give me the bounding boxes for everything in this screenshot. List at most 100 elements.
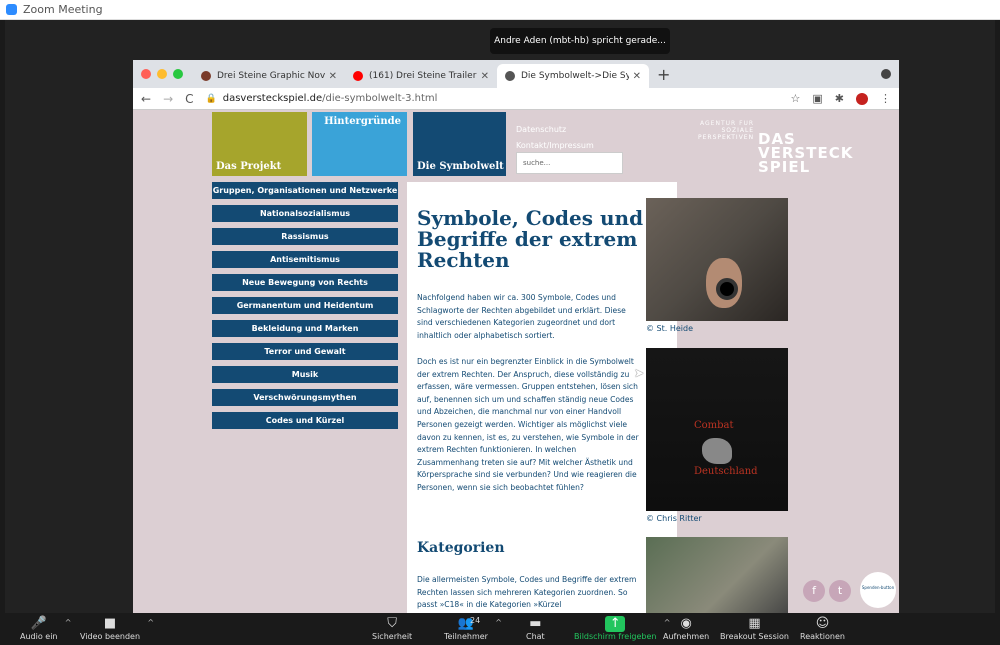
second-paragraph: Doch es ist nur ein begrenzter Einblick … bbox=[417, 357, 639, 492]
tab-close-icon[interactable]: ✕ bbox=[633, 71, 641, 82]
zoom-toolbar-label: Audio ein bbox=[20, 632, 58, 641]
reload-icon[interactable]: C bbox=[185, 92, 193, 106]
zoom-toolbar-label: Bildschirm freigeben bbox=[574, 632, 657, 641]
participant-count: 24 bbox=[470, 616, 481, 625]
window-controls bbox=[141, 69, 183, 79]
zoom-toolbar-label: Reaktionen bbox=[800, 632, 845, 641]
facebook-icon[interactable]: f bbox=[803, 580, 825, 602]
tab-title: (161) Drei Steine Trailer :: - You bbox=[369, 71, 477, 81]
video-camera-icon: ■ bbox=[103, 616, 117, 631]
photo-caption-1: © St. Heide bbox=[646, 324, 694, 333]
lock-icon: 🔒 bbox=[205, 93, 217, 104]
intro-paragraph: Nachfolgend haben wir ca. 300 Symbole, C… bbox=[417, 293, 626, 340]
category-nav-item[interactable]: Rassismus bbox=[212, 228, 398, 245]
photo-caption-2: © Chris Ritter bbox=[646, 514, 702, 523]
browser-menu-icon[interactable]: ⋮ bbox=[880, 92, 891, 105]
browser-tab[interactable]: Die Symbolwelt->Die Symbolw ✕ bbox=[497, 64, 649, 88]
zoom-toolbar-chat-button[interactable]: ▬ Chat bbox=[526, 616, 545, 641]
eagle-emblem-icon bbox=[702, 438, 732, 464]
chevron-up-icon[interactable]: ^ bbox=[495, 618, 502, 627]
category-nav-item[interactable]: Nationalsozialismus bbox=[212, 205, 398, 222]
zoom-toolbar-record-button[interactable]: ◉ Aufnehmen bbox=[663, 616, 709, 641]
back-arrow-icon[interactable]: ← bbox=[141, 92, 151, 106]
new-tab-button[interactable]: + bbox=[649, 65, 678, 84]
spenden-button[interactable]: Spenden-button bbox=[860, 572, 896, 608]
category-nav-item[interactable]: Musik bbox=[212, 366, 398, 383]
maximize-window-icon[interactable] bbox=[173, 69, 183, 79]
tab-search-icon[interactable] bbox=[881, 69, 891, 79]
site-logo[interactable]: AGENTUR FÜR SOZIALE PERSPEKTIVEN DAS VER… bbox=[698, 120, 852, 175]
tab-favicon-icon bbox=[505, 71, 515, 81]
tab-favicon-icon bbox=[201, 71, 211, 81]
zoom-toolbar-label: Chat bbox=[526, 632, 545, 641]
logo-line2: SOZIALE bbox=[721, 127, 755, 134]
browser-tab[interactable]: (161) Drei Steine Trailer :: - You ✕ bbox=[345, 64, 497, 88]
nav-hintergruende-label: Hintergründe bbox=[324, 116, 401, 127]
page-viewport: Das Projekt Hintergründe Die Symbolwelt … bbox=[133, 110, 899, 614]
zoom-toolbar-label: Video beenden bbox=[80, 632, 141, 641]
shield-icon: ⛉ bbox=[387, 616, 397, 631]
category-nav: Gruppen, Organisationen und Netzwerke Nat… bbox=[212, 182, 398, 435]
category-nav-item[interactable]: Codes und Kürzel bbox=[212, 412, 398, 429]
record-icon: ◉ bbox=[680, 616, 692, 631]
bookmark-star-icon[interactable]: ☆ bbox=[791, 92, 801, 105]
category-nav-item[interactable]: Gruppen, Organisationen und Netzwerke bbox=[212, 182, 398, 199]
shirt-text-combat: Combat bbox=[694, 420, 734, 431]
datenschutz-link[interactable]: Datenschutz bbox=[516, 122, 594, 138]
browser-tabbar: Drei Steine Graphic Novel geg·✕(161) Dre… bbox=[133, 60, 899, 88]
tab-title: Die Symbolwelt->Die Symbolw bbox=[521, 71, 629, 81]
close-window-icon[interactable] bbox=[141, 69, 151, 79]
profile-avatar[interactable] bbox=[856, 92, 868, 105]
zoom-toolbar-shield-button[interactable]: ⛉ Sicherheit bbox=[372, 616, 412, 641]
nav-das-projekt-label: Das Projekt bbox=[216, 161, 282, 172]
mouse-cursor-icon: ➤ bbox=[634, 366, 645, 380]
nav-hintergruende[interactable]: Hintergründe bbox=[312, 112, 407, 176]
zoom-toolbar-emoji-button[interactable]: ☺ Reaktionen bbox=[800, 616, 845, 641]
main-content: Symbole, Codes und Begriffe der extrem R… bbox=[407, 182, 677, 614]
chevron-up-icon[interactable]: ^ bbox=[147, 618, 154, 627]
minimize-window-icon[interactable] bbox=[157, 69, 167, 79]
zoom-logo-icon bbox=[6, 4, 17, 15]
address-bar[interactable]: 🔒 dasversteckspiel.de /die-symbolwelt-3.… bbox=[206, 93, 791, 104]
tab-close-icon[interactable]: ✕ bbox=[329, 71, 337, 82]
share-screen-icon: ↑ bbox=[605, 616, 626, 632]
browser-tab[interactable]: Drei Steine Graphic Novel geg· ✕ bbox=[193, 64, 345, 88]
category-nav-item[interactable]: Germanentum und Heidentum bbox=[212, 297, 398, 314]
zoom-toolbar-label: Breakout Session bbox=[720, 632, 789, 641]
page-title: Symbole, Codes und Begriffe der extrem R… bbox=[417, 206, 644, 272]
tab-close-icon[interactable]: ✕ bbox=[481, 71, 489, 82]
speaker-banner: Andre Aden (mbt-hb) spricht gerade... bbox=[490, 28, 670, 54]
kategorien-heading: Kategorien bbox=[417, 540, 505, 556]
category-nav-item[interactable]: Neue Bewegung von Rechts bbox=[212, 274, 398, 291]
zoom-toolbar-participants-button[interactable]: 👥 Teilnehmer 24 ^ bbox=[444, 616, 502, 641]
zoom-toolbar-video-camera-button[interactable]: ■ Video beenden ^ bbox=[80, 616, 154, 641]
zoom-toolbar-label: Sicherheit bbox=[372, 632, 413, 641]
zoom-toolbar-breakout-button[interactable]: ▦ Breakout Session bbox=[720, 616, 789, 641]
nav-die-symbolwelt[interactable]: Die Symbolwelt bbox=[413, 112, 506, 176]
zoom-titlebar: Zoom Meeting bbox=[0, 0, 1000, 20]
search-input[interactable]: suche... bbox=[516, 152, 623, 174]
zoom-toolbar-share-screen-button[interactable]: ↑ Bildschirm freigeben ^ bbox=[574, 616, 671, 641]
puzzle-extensions-icon[interactable]: ✱ bbox=[835, 92, 844, 105]
zoom-meeting-toolbar: 🎤 Audio ein ^ ■ Video beenden ^ ⛉ Sicherheit 👥 Te… bbox=[0, 613, 1000, 645]
photo-ear-gauge bbox=[646, 198, 788, 321]
twitter-icon[interactable]: t bbox=[829, 580, 851, 602]
breakout-icon: ▦ bbox=[748, 616, 761, 631]
nav-das-projekt[interactable]: Das Projekt bbox=[212, 112, 307, 176]
logo-big3: SPIEL bbox=[758, 158, 811, 176]
logo-line1: AGENTUR FÜR bbox=[700, 120, 755, 127]
tab-favicon-icon bbox=[353, 71, 363, 81]
shirt-text-deutschland: Deutschland bbox=[694, 466, 758, 477]
header-links: Datenschutz Kontakt/Impressum bbox=[516, 122, 594, 154]
category-nav-item[interactable]: Antisemitismus bbox=[212, 251, 398, 268]
forward-arrow-icon[interactable]: → bbox=[163, 92, 173, 106]
category-nav-item[interactable]: Verschwörungsmythen bbox=[212, 389, 398, 406]
logo-wordmark: DAS VERSTECK SPIEL bbox=[758, 132, 853, 176]
chevron-up-icon[interactable]: ^ bbox=[65, 618, 72, 627]
photo-person-necklace bbox=[646, 537, 788, 614]
zoom-toolbar-mic-muted-button[interactable]: 🎤 Audio ein ^ bbox=[20, 616, 72, 641]
extension-icon[interactable]: ▣ bbox=[812, 92, 822, 105]
category-nav-item[interactable]: Terror und Gewalt bbox=[212, 343, 398, 360]
mic-muted-icon: 🎤 bbox=[30, 616, 47, 631]
category-nav-item[interactable]: Bekleidung und Marken bbox=[212, 320, 398, 337]
